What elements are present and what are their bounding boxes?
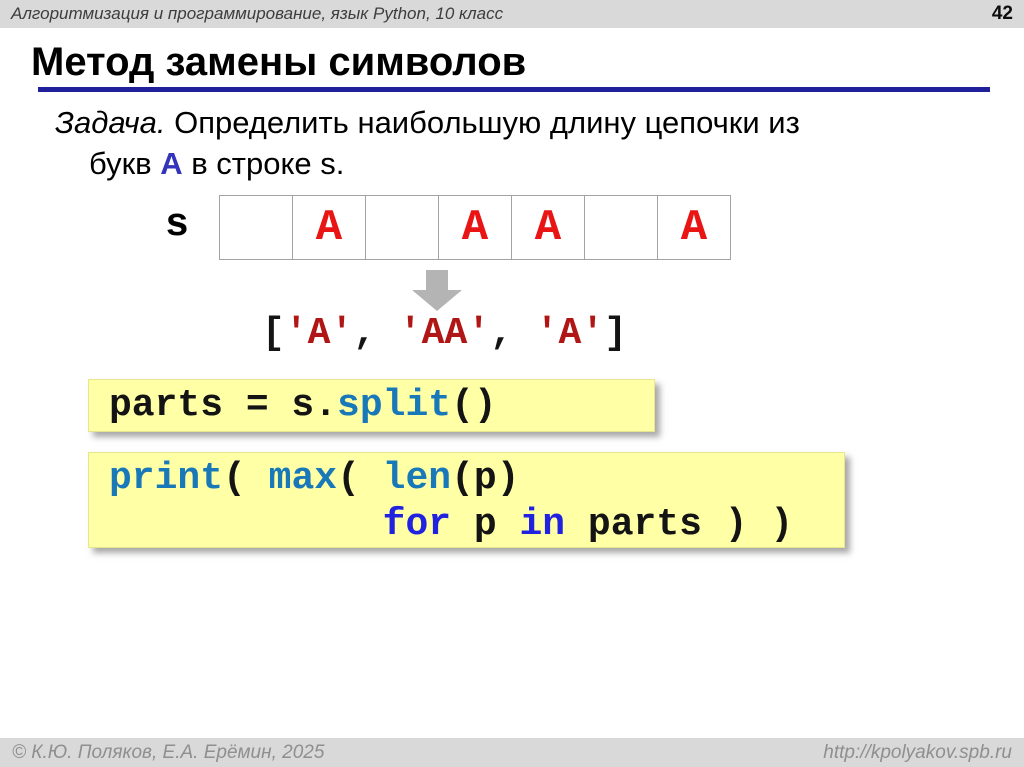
- code-box-print-max: print( max( len(p) for p in parts ) ): [88, 452, 845, 548]
- code-indent: [109, 503, 383, 546]
- code-token-builtin: split: [337, 384, 451, 427]
- list-item-1: 'A': [285, 312, 353, 355]
- string-cell: [365, 195, 439, 260]
- code-box-split: parts = s.split(): [88, 379, 655, 432]
- course-title: Алгоритмизация и программирование, язык …: [11, 4, 992, 24]
- header-bar: Алгоритмизация и программирование, язык …: [0, 0, 1024, 28]
- code-token-keyword: in: [520, 503, 566, 546]
- code-token-builtin: len: [383, 457, 451, 500]
- bracket-close: ]: [604, 312, 627, 355]
- string-cell: A: [292, 195, 366, 260]
- task-label: Задача.: [55, 105, 165, 140]
- string-cell: A: [657, 195, 731, 260]
- down-arrow-stem: [426, 270, 448, 290]
- task-line2: букв А в строке s.: [55, 143, 975, 184]
- list-separator: ,: [490, 312, 536, 355]
- copyright-text: © К.Ю. Поляков, Е.А. Ерёмин, 2025: [12, 742, 823, 764]
- down-arrow-head: [412, 290, 462, 311]
- task-text: Задача. Определить наибольшую длину цепо…: [55, 102, 975, 184]
- code-token-keyword: for: [383, 503, 451, 546]
- string-cell: A: [511, 195, 585, 260]
- code-token: (: [223, 457, 269, 500]
- list-item-2: 'AA': [399, 312, 490, 355]
- list-item-3: 'A': [536, 312, 604, 355]
- page-number: 42: [992, 3, 1013, 25]
- string-cell: [219, 195, 293, 260]
- slide: Алгоритмизация и программирование, язык …: [0, 0, 1024, 767]
- code-line: print( max( len(p): [109, 456, 844, 502]
- code-line: for p in parts ) ): [109, 502, 844, 548]
- code-line: parts = s.split(): [109, 384, 497, 427]
- list-separator: ,: [353, 312, 399, 355]
- down-arrow-icon: [412, 270, 462, 311]
- code-token: (: [337, 457, 383, 500]
- highlighted-letter-a: А: [160, 146, 182, 181]
- task-line2-prefix: букв: [89, 146, 160, 181]
- code-token-builtin: print: [109, 457, 223, 500]
- task-sentence: Определить наибольшую длину цепочки из: [165, 105, 799, 140]
- code-token: parts = s.: [109, 384, 337, 427]
- code-token-builtin: max: [269, 457, 337, 500]
- code-token: (p): [451, 457, 519, 500]
- string-cell: [584, 195, 658, 260]
- string-cells-table: A A A A: [219, 195, 731, 260]
- split-result-list: ['A', 'AA', 'A']: [262, 312, 627, 355]
- footer-bar: © К.Ю. Поляков, Е.А. Ерёмин, 2025 http:/…: [0, 738, 1024, 767]
- code-token: parts ) ): [565, 503, 793, 546]
- string-var-label: s: [165, 203, 189, 248]
- code-token: (): [451, 384, 497, 427]
- string-cell: A: [438, 195, 512, 260]
- code-token: p: [451, 503, 519, 546]
- title-underline: [38, 87, 990, 92]
- task-line1: Задача. Определить наибольшую длину цепо…: [55, 105, 800, 140]
- site-url-link[interactable]: http://kpolyakov.spb.ru: [823, 742, 1012, 764]
- task-line2-suffix: в строке s.: [183, 146, 345, 181]
- bracket-open: [: [262, 312, 285, 355]
- page-title: Метод замены символов: [31, 40, 526, 85]
